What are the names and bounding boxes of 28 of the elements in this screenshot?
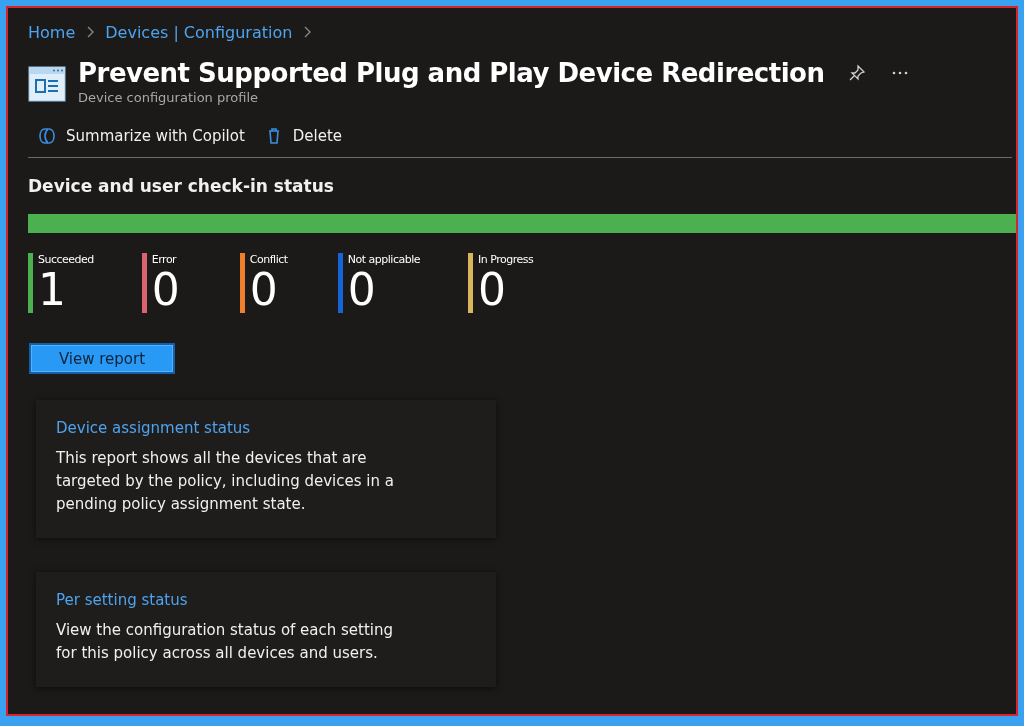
status-label: Succeeded [38, 253, 94, 266]
breadcrumb-link[interactable]: Devices | Configuration [105, 22, 293, 42]
section-title: Device and user check-in status [28, 176, 335, 196]
delete-button[interactable]: Delete [264, 123, 343, 149]
status-count: 0 [151, 268, 181, 312]
profile-icon [28, 66, 66, 102]
status-label: In Progress [478, 253, 534, 266]
pin-icon [848, 64, 867, 82]
status-label: Not applicable [347, 253, 420, 266]
chevron-right-icon [85, 26, 96, 38]
card-description: This report shows all the devices that are targeted by the policy, including devices in a pending policy assignment state. [56, 448, 395, 515]
page-subtitle: Device configuration profile [78, 90, 260, 105]
view-report-button[interactable]: View report [29, 343, 175, 374]
status-count: 0 [478, 268, 506, 312]
copilot-icon [38, 127, 56, 145]
status-label: Error [151, 253, 178, 266]
chevron-right-icon [302, 26, 313, 38]
card-title-link[interactable]: Per setting status [56, 591, 188, 609]
card-description: View the configuration status of each setting for this policy across all devices and users. [56, 620, 395, 664]
status-count: 1 [38, 268, 67, 312]
copilot-button[interactable]: Summarize with Copilot [38, 123, 245, 149]
breadcrumb-link[interactable]: Home [28, 22, 76, 42]
page-title: Prevent Supported Plug and Play Device Redirection [78, 58, 825, 88]
status-label: Conflict [249, 253, 289, 266]
card-title-link[interactable]: Device assignment status [56, 419, 251, 437]
status-count: 0 [249, 268, 279, 312]
status-count: 0 [347, 268, 376, 312]
more-icon [892, 71, 909, 75]
